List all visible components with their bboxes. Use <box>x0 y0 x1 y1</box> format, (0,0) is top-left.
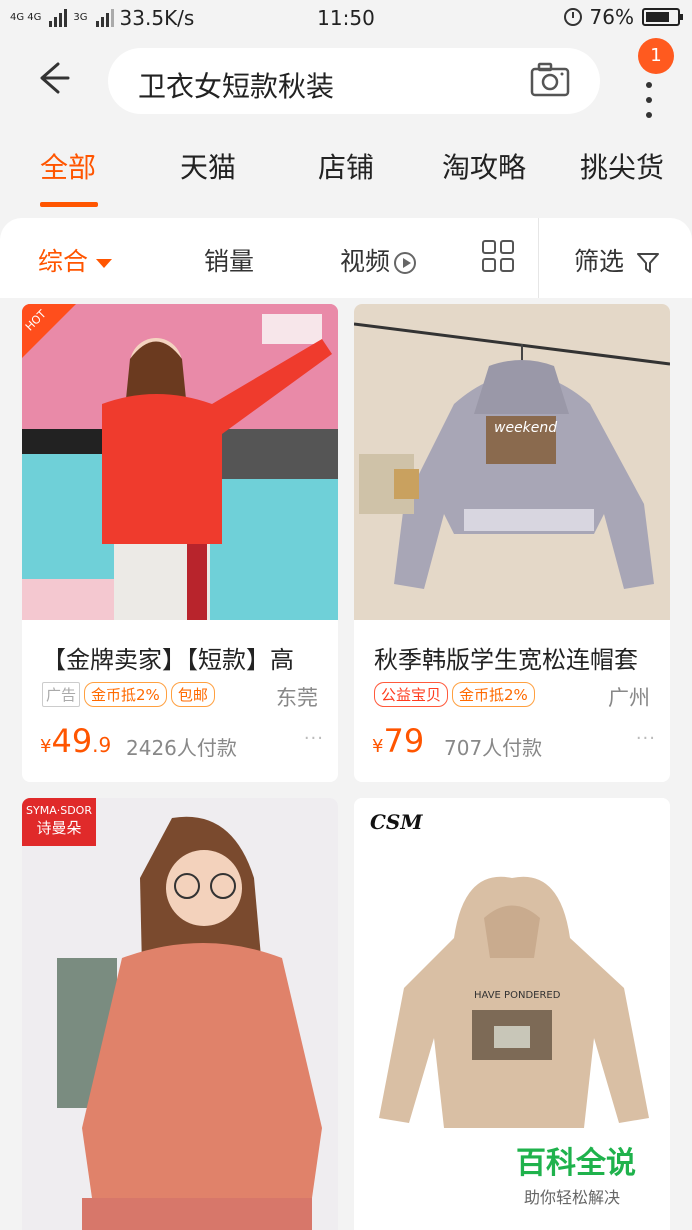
more-dots-icon[interactable] <box>646 82 652 127</box>
grid-view-icon[interactable] <box>482 240 516 274</box>
sort-bar: 综合 销量 视频 筛选 <box>0 218 692 298</box>
funnel-icon <box>636 253 659 273</box>
watermark-subtitle: 助你轻松解决 <box>524 1188 621 1207</box>
coin-tag: 金币抵2% <box>84 682 167 707</box>
price-symbol: ¥ <box>40 736 52 757</box>
product-card[interactable]: weekend 秋季韩版学生宽松连帽套 公益宝贝 金币抵2% 广州 ¥79 70… <box>354 304 670 782</box>
product-sales: 2426人付款 <box>126 736 237 760</box>
brand-line-2: 诗曼朵 <box>36 819 82 837</box>
category-tabs: 全部 天猫 店铺 淘攻略 挑尖货 <box>0 124 692 216</box>
back-button[interactable] <box>28 56 78 100</box>
svg-text:HAVE PONDERED: HAVE PONDERED <box>474 990 561 1001</box>
brand-logo: CSM <box>370 810 423 834</box>
price-integer: 49 <box>51 722 93 760</box>
search-header: 卫衣女短款秋装 1 <box>0 36 692 124</box>
product-title: 秋季韩版学生宽松连帽套 <box>374 646 638 674</box>
sort-video[interactable]: 视频 <box>340 242 417 278</box>
price-decimal: .9 <box>92 733 112 757</box>
battery-percent: 76% <box>589 5 634 29</box>
coin-tag: 金币抵2% <box>452 682 535 707</box>
product-tags: 广告 金币抵2% 包邮 <box>42 682 215 707</box>
watermark-title: 百科全说 <box>516 1146 636 1181</box>
caret-down-icon <box>96 258 113 268</box>
filter-label: 筛选 <box>574 247 625 276</box>
more-options-icon[interactable]: ··· <box>636 728 656 749</box>
status-right: 76% <box>563 5 683 29</box>
product-price: ¥49.9 <box>40 722 111 760</box>
ad-tag: 广告 <box>42 682 81 707</box>
search-query[interactable]: 卫衣女短款秋装 <box>138 65 334 105</box>
product-location: 广州 <box>608 686 650 710</box>
sort-comprehensive-label: 综合 <box>38 247 89 276</box>
product-price: ¥79 <box>372 722 424 760</box>
tab-premium[interactable]: 挑尖货 <box>580 146 664 186</box>
status-bar: 4G 4G 3G 33.5K/s 11:50 76% <box>0 0 692 36</box>
sort-sales[interactable]: 销量 <box>204 242 254 278</box>
product-image[interactable]: weekend <box>354 304 670 620</box>
watermark: 百科全说 助你轻松解决 <box>516 1138 656 1207</box>
tab-all[interactable]: 全部 <box>40 146 96 186</box>
product-sales: 707人付款 <box>444 736 543 760</box>
sort-comprehensive[interactable]: 综合 <box>38 242 113 278</box>
battery-fill <box>646 12 669 22</box>
tab-tmall[interactable]: 天猫 <box>180 146 236 186</box>
product-title: 【金牌卖家】【短款】高 <box>42 646 294 674</box>
svg-text:weekend: weekend <box>494 420 557 436</box>
alarm-icon <box>563 8 582 26</box>
more-options-icon[interactable]: ··· <box>304 728 324 749</box>
product-image[interactable] <box>22 798 338 1230</box>
tab-shops[interactable]: 店铺 <box>318 146 374 186</box>
arrow-left-icon <box>40 62 70 94</box>
free-shipping-tag: 包邮 <box>170 682 215 707</box>
search-box[interactable]: 卫衣女短款秋装 <box>108 48 600 114</box>
price-symbol: ¥ <box>372 736 384 757</box>
product-card[interactable]: SYMA·SDOR 诗曼朵 <box>22 798 338 1230</box>
camera-icon[interactable] <box>530 62 570 98</box>
filter-button[interactable]: 筛选 <box>574 242 660 278</box>
notification-badge: 1 <box>638 38 674 74</box>
play-icon <box>394 252 417 274</box>
price-integer: 79 <box>383 722 425 760</box>
tab-guides[interactable]: 淘攻略 <box>442 146 526 186</box>
sort-divider <box>538 218 539 298</box>
product-card[interactable]: HOT 【金牌卖家】【短款】高 广告 金币抵2% 包邮 东莞 ¥49.9 242… <box>22 304 338 782</box>
active-tab-indicator <box>40 202 98 207</box>
product-location: 东莞 <box>276 686 318 710</box>
sort-video-label: 视频 <box>340 247 391 276</box>
brand-line-1: SYMA·SDOR <box>26 804 92 817</box>
charity-tag: 公益宝贝 <box>374 682 449 707</box>
battery-icon <box>642 8 683 26</box>
brand-logo: SYMA·SDOR 诗曼朵 <box>22 798 96 846</box>
product-tags: 公益宝贝 金币抵2% <box>374 682 535 707</box>
